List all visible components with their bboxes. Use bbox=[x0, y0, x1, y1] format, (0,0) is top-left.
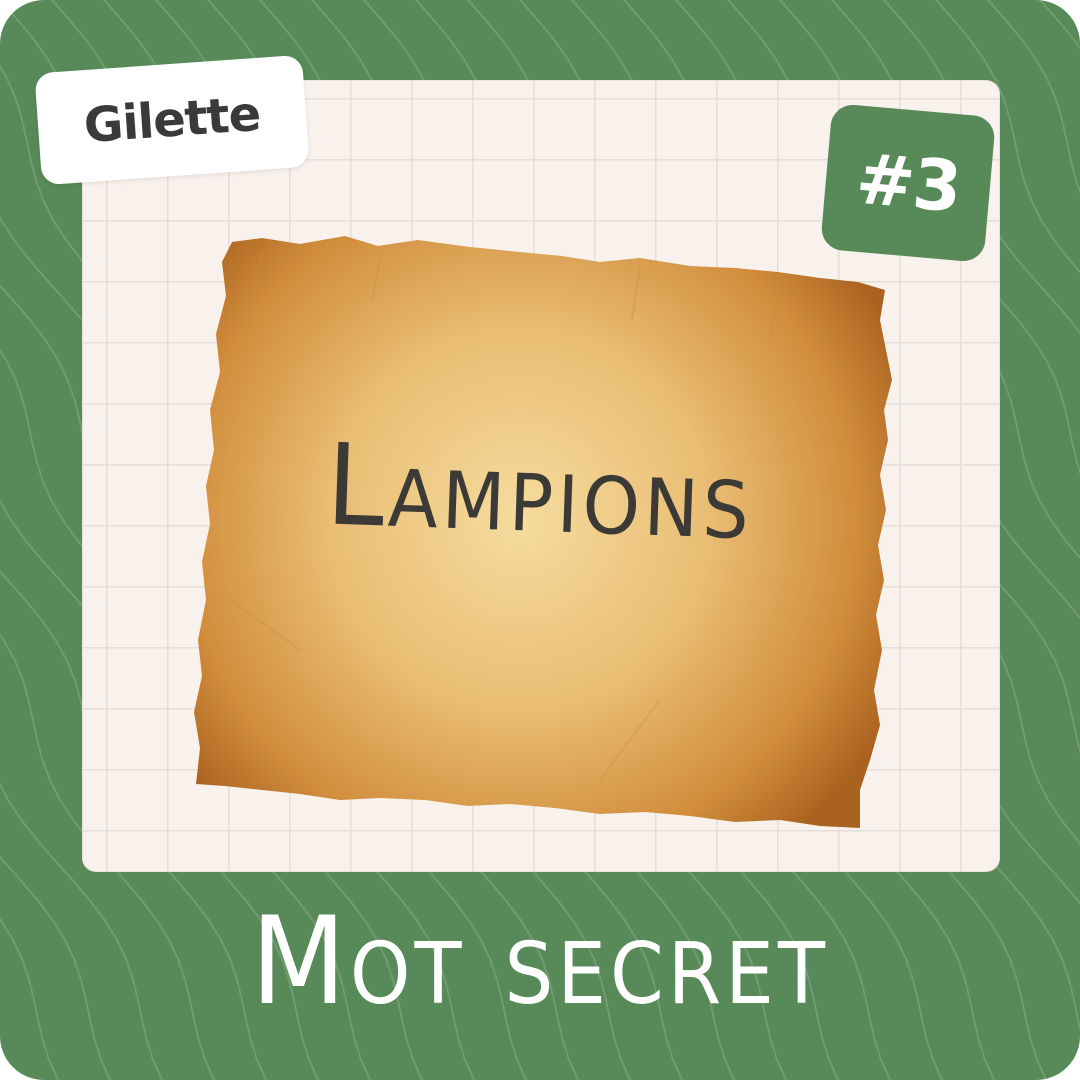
number-badge: #3 bbox=[819, 103, 997, 263]
secret-word-card: Lampions Gilette #3 Mot secret bbox=[0, 0, 1080, 1080]
name-tag: Gilette bbox=[34, 54, 310, 186]
footer-title: Mot secret bbox=[251, 890, 829, 1032]
secret-word: Lampions bbox=[324, 418, 756, 566]
number-badge-label: #3 bbox=[852, 137, 964, 229]
name-tag-label: Gilette bbox=[82, 85, 262, 155]
